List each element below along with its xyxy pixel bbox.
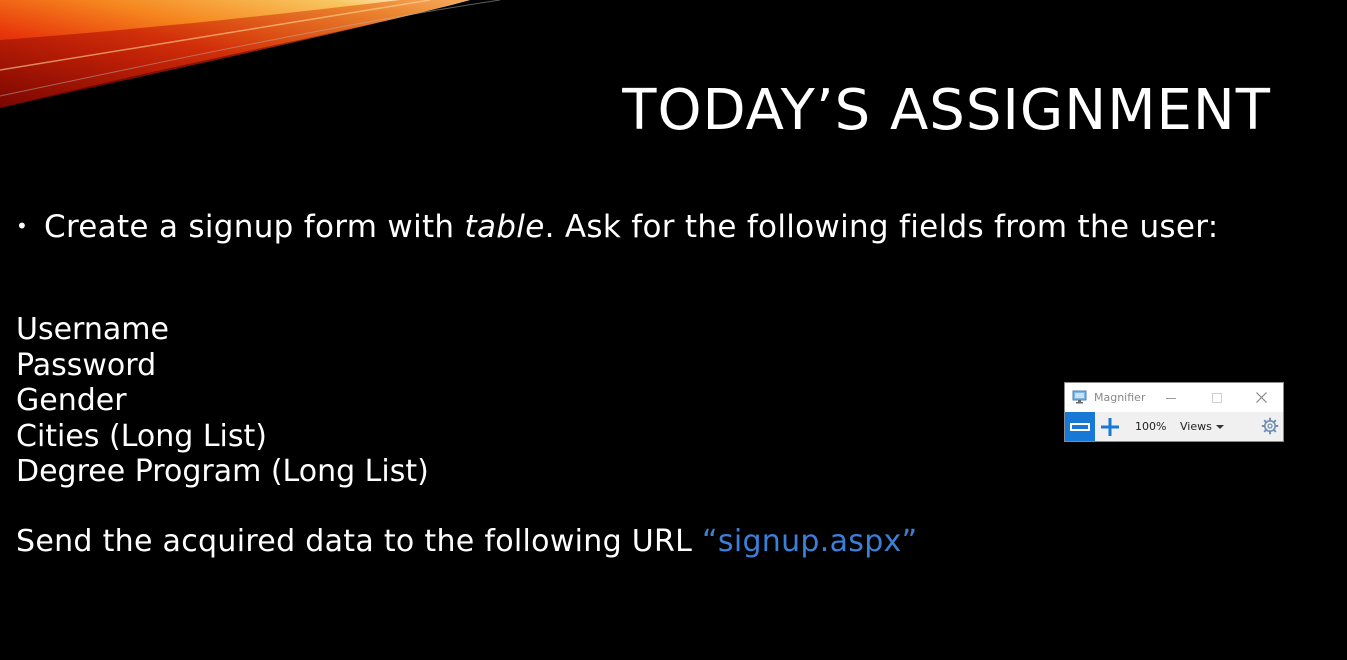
field-list: Username Password Gender Cities (Long Li… (16, 312, 429, 490)
decorative-swoosh (0, 0, 501, 108)
bullet-emphasis: table (464, 209, 545, 245)
zoom-in-icon (1101, 417, 1119, 436)
chevron-down-icon (1215, 425, 1224, 429)
close-icon (1255, 392, 1267, 403)
maximize-button[interactable] (1195, 383, 1239, 412)
close-button[interactable] (1239, 383, 1283, 412)
gear-icon[interactable] (1261, 417, 1279, 435)
magnifier-window[interactable]: Magnifier 100% Views (1064, 382, 1284, 442)
magnifier-title: Magnifier (1094, 391, 1146, 404)
zoom-level: 100% (1135, 420, 1167, 433)
field-item: Gender (16, 383, 127, 418)
zoom-out-button[interactable] (1065, 412, 1095, 441)
field-item: Degree Program (Long List) (16, 454, 429, 489)
send-instruction: Send the acquired data to the following … (16, 524, 917, 559)
instruction-bullet: • Create a signup form with table. Ask fo… (16, 209, 1219, 245)
magnifier-app-icon (1072, 390, 1087, 404)
zoom-in-button[interactable] (1097, 412, 1123, 441)
field-item: Password (16, 347, 157, 383)
send-text: Send the acquired data to the following … (16, 524, 703, 559)
field-item: Username (16, 312, 169, 347)
field-item: Cities (Long List) (16, 418, 267, 454)
slide-title: TODAY’S ASSIGNMENT (622, 78, 1271, 143)
views-dropdown[interactable]: Views (1180, 420, 1224, 433)
minimize-icon (1166, 397, 1176, 399)
magnifier-titlebar[interactable]: Magnifier (1065, 383, 1283, 412)
maximize-icon (1212, 392, 1222, 403)
slide: TODAY’S ASSIGNMENT • Create a signup form… (0, 0, 1347, 660)
zoom-out-icon (1070, 422, 1090, 431)
magnifier-toolbar: 100% Views (1065, 412, 1283, 441)
bullet-text-before: Create a signup form with (44, 209, 465, 245)
target-url: “signup.aspx” (702, 524, 918, 559)
minimize-button[interactable] (1149, 383, 1193, 412)
bullet-dot: • (16, 213, 29, 238)
views-label: Views (1180, 420, 1212, 433)
bullet-text-after: . Ask for the following fields from the … (544, 209, 1219, 245)
